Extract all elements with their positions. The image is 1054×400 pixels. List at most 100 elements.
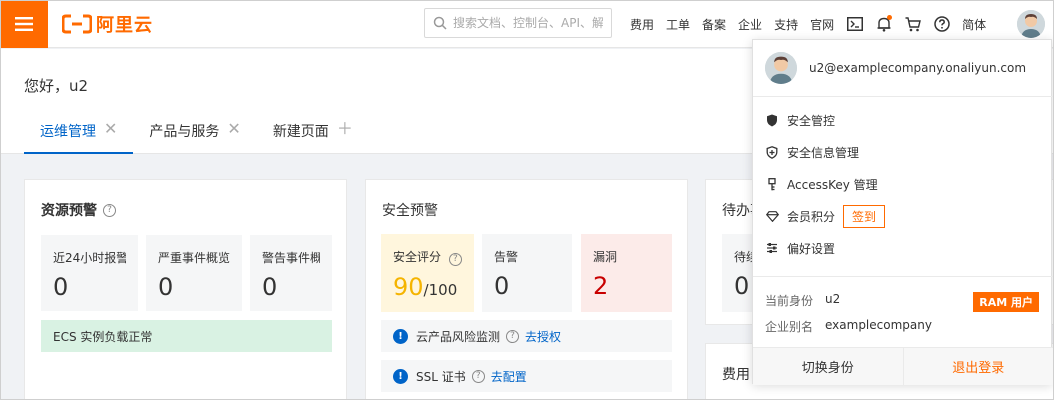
close-icon[interactable]: ✕ bbox=[104, 121, 117, 137]
stat-label: 近24小时报警 bbox=[53, 251, 126, 265]
hamburger-icon bbox=[15, 17, 33, 31]
security-warning-card: 安全预警 安全评分 ? 90/100 告警 0 漏洞 2 ! 云产品风险监测 ?… bbox=[365, 179, 688, 400]
nav-official-site[interactable]: 官网 bbox=[810, 16, 834, 33]
help-icon[interactable]: ? bbox=[506, 329, 520, 343]
stat-label: 告警 bbox=[494, 250, 519, 264]
menu-item-preferences[interactable]: 偏好设置 bbox=[765, 237, 835, 259]
menu-item-label: 安全管控 bbox=[787, 113, 836, 128]
ram-user-badge: RAM 用户 bbox=[973, 292, 1039, 312]
tab-products[interactable]: 产品与服务 ✕ bbox=[133, 121, 256, 154]
alias-value: examplecompany bbox=[825, 318, 932, 332]
nav-ticket[interactable]: 工单 bbox=[666, 16, 690, 33]
switch-identity-button[interactable]: 切换身份 bbox=[753, 348, 904, 385]
dropdown-footer: 切换身份 退出登录 bbox=[753, 347, 1053, 385]
plus-icon[interactable]: ＋ bbox=[337, 121, 353, 137]
stat-label: 严重事件概览 bbox=[158, 251, 230, 265]
stat-value: 0 bbox=[494, 272, 510, 300]
cart-icon[interactable] bbox=[904, 15, 922, 33]
logout-button[interactable]: 退出登录 bbox=[904, 348, 1054, 385]
help-icon[interactable] bbox=[933, 15, 951, 33]
score-value: 90 bbox=[393, 272, 424, 301]
search-icon bbox=[433, 16, 447, 30]
key-icon bbox=[765, 177, 779, 191]
tab-bar: 运维管理 ✕ 产品与服务 ✕ 新建页面 ＋ bbox=[24, 121, 369, 154]
user-info: u2@examplecompany.onaliyun.com bbox=[765, 52, 1026, 84]
security-score[interactable]: 安全评分 ? 90/100 bbox=[381, 234, 474, 312]
stat-label: 警告事件概览 bbox=[262, 251, 320, 265]
stat-vulnerabilities[interactable]: 漏洞 2 bbox=[581, 234, 672, 312]
help-icon[interactable]: ? bbox=[103, 203, 116, 217]
exclamation-icon: ! bbox=[393, 328, 408, 344]
terminal-icon[interactable] bbox=[846, 15, 864, 33]
divider bbox=[753, 96, 1053, 97]
divider bbox=[753, 276, 1053, 277]
tab-ops[interactable]: 运维管理 ✕ bbox=[24, 121, 134, 154]
tab-label: 运维管理 bbox=[40, 124, 96, 140]
nav-icp[interactable]: 备案 bbox=[702, 16, 726, 33]
menu-item-security-info[interactable]: 安全信息管理 bbox=[765, 141, 859, 163]
nav-fee[interactable]: 费用 bbox=[630, 16, 654, 33]
checkin-button[interactable]: 签到 bbox=[843, 204, 886, 228]
diamond-icon bbox=[765, 209, 779, 223]
menu-toggle-button[interactable] bbox=[0, 0, 48, 48]
menu-item-label: 安全信息管理 bbox=[787, 145, 860, 160]
resource-warning-card: 资源预警 ? 近24小时报警 0 严重事件概览 0 警告事件概览 0 ECS 实… bbox=[24, 179, 347, 400]
notification-dot bbox=[887, 15, 893, 20]
identity-value: u2 bbox=[825, 292, 841, 306]
user-menu-dropdown: u2@examplecompany.onaliyun.com 安全管控 安全信息… bbox=[752, 39, 1053, 385]
card-title-text: 费用 bbox=[722, 367, 750, 383]
search-input[interactable] bbox=[453, 16, 603, 30]
user-avatar bbox=[765, 52, 797, 84]
card-title-text: 资源预警 bbox=[41, 203, 97, 219]
stat-alerts[interactable]: 告警 0 bbox=[482, 234, 572, 312]
configure-link[interactable]: 去配置 bbox=[491, 368, 527, 385]
stat-value: 0 bbox=[53, 273, 69, 301]
help-icon[interactable]: ? bbox=[471, 369, 485, 383]
language-switch[interactable]: 简体 bbox=[962, 16, 986, 33]
exclamation-icon: ! bbox=[393, 368, 408, 384]
card-title: 费用 bbox=[722, 364, 750, 384]
menu-item-security-control[interactable]: 安全管控 bbox=[765, 109, 835, 131]
menu-item-points[interactable]: 会员积分 签到 bbox=[765, 204, 886, 228]
tab-label: 新建页面 bbox=[272, 124, 329, 140]
stat-warning-events[interactable]: 警告事件概览 0 bbox=[250, 235, 332, 311]
stat-24h-alerts[interactable]: 近24小时报警 0 bbox=[41, 235, 138, 311]
tab-label: 产品与服务 bbox=[149, 124, 220, 140]
stat-critical-events[interactable]: 严重事件概览 0 bbox=[146, 235, 242, 311]
card-title-text: 安全预警 bbox=[382, 203, 438, 219]
card-title: 资源预警 ? bbox=[41, 200, 116, 220]
score-label: 安全评分 bbox=[393, 250, 442, 264]
cloud-risk-row: ! 云产品风险监测 ? 去授权 bbox=[381, 320, 672, 352]
aliyun-logo-icon bbox=[62, 14, 92, 34]
stat-label: 漏洞 bbox=[593, 250, 618, 264]
tab-new-page[interactable]: 新建页面 ＋ bbox=[257, 121, 369, 154]
ssl-cert-row: ! SSL 证书 ? 去配置 bbox=[381, 360, 672, 392]
bell-icon[interactable] bbox=[875, 15, 893, 33]
user-email: u2@examplecompany.onaliyun.com bbox=[809, 61, 1027, 75]
stat-value: 0 bbox=[262, 273, 278, 301]
ecs-status-bar: ECS 实例负载正常 bbox=[41, 320, 332, 352]
enterprise-alias: 企业别名 examplecompany bbox=[765, 318, 932, 335]
authorize-link[interactable]: 去授权 bbox=[525, 328, 561, 345]
shield-plus-icon bbox=[765, 145, 779, 159]
menu-item-label: 偏好设置 bbox=[787, 241, 836, 256]
nav-enterprise[interactable]: 企业 bbox=[738, 16, 762, 33]
help-icon[interactable]: ? bbox=[448, 252, 462, 266]
stat-value: 0 bbox=[158, 273, 174, 301]
global-search[interactable] bbox=[424, 8, 612, 38]
stat-label: 安全评分 ? bbox=[393, 248, 462, 266]
greeting-text: 您好，u2 bbox=[24, 77, 89, 95]
nav-support[interactable]: 支持 bbox=[774, 16, 798, 33]
menu-item-accesskey[interactable]: AccessKey 管理 bbox=[765, 173, 878, 195]
alias-key: 企业别名 bbox=[765, 320, 814, 334]
row-text: SSL 证书 bbox=[416, 369, 466, 384]
brand-logo[interactable]: 阿里云 bbox=[62, 12, 153, 36]
row-text: 云产品风险监测 bbox=[416, 329, 501, 344]
close-icon[interactable]: ✕ bbox=[227, 121, 240, 137]
stat-value: 90/100 bbox=[393, 274, 462, 303]
user-avatar[interactable] bbox=[1017, 10, 1045, 38]
identity-key: 当前身份 bbox=[765, 294, 814, 308]
current-identity: 当前身份 u2 bbox=[765, 292, 840, 309]
card-title: 安全预警 bbox=[382, 200, 438, 220]
score-suffix: /100 bbox=[423, 280, 458, 299]
